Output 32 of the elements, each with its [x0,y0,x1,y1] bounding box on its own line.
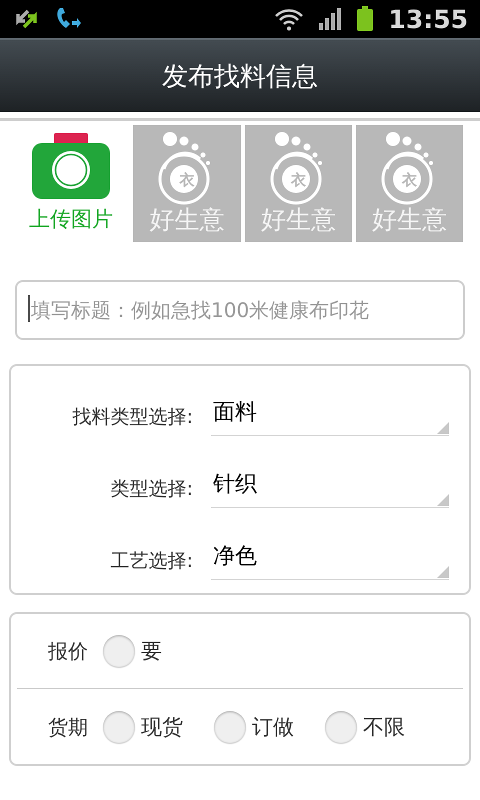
logo-mark: 衣 [178,171,196,190]
dropdown-corner-icon [437,494,449,506]
dropdown-select[interactable]: 针织 [211,470,449,508]
radio-circle[interactable] [325,711,357,743]
select-label: 类型选择: [110,477,193,502]
logo-mark: 衣 [400,171,418,190]
radio-option[interactable]: 要 [103,635,214,667]
dropdown-corner-icon [437,566,449,578]
logo-caption: 好生意 [372,204,447,236]
sync-icon [14,8,40,30]
radio-option[interactable]: 订做 [214,711,325,743]
logo-mark: 衣 [290,171,307,190]
signal-icon [318,7,342,31]
radio-option[interactable]: 不限 [325,711,436,743]
radio-circle[interactable] [103,635,135,667]
logo-caption: 好生意 [261,204,336,236]
dropdown-select[interactable]: 面料 [211,398,449,436]
radio-option[interactable]: 现货 [103,711,214,743]
title-input-field[interactable]: 填写标题：例如急找100米健康布印花 [15,280,465,340]
logo-caption: 好生意 [150,204,224,236]
option-label: 货期 [47,714,89,740]
wifi-icon [274,7,304,31]
page-title: 发布找料信息 [162,60,318,94]
option-label: 报价 [47,638,89,664]
clock-time: 13:55 [388,4,468,34]
select-label: 工艺选择: [110,549,193,574]
battery-icon [356,6,374,32]
radio-circle[interactable] [103,711,135,743]
dropdown-select[interactable]: 净色 [211,542,449,580]
radio-circle[interactable] [214,711,246,743]
select-label: 找料类型选择: [72,405,193,430]
dropdown-corner-icon [437,422,449,434]
